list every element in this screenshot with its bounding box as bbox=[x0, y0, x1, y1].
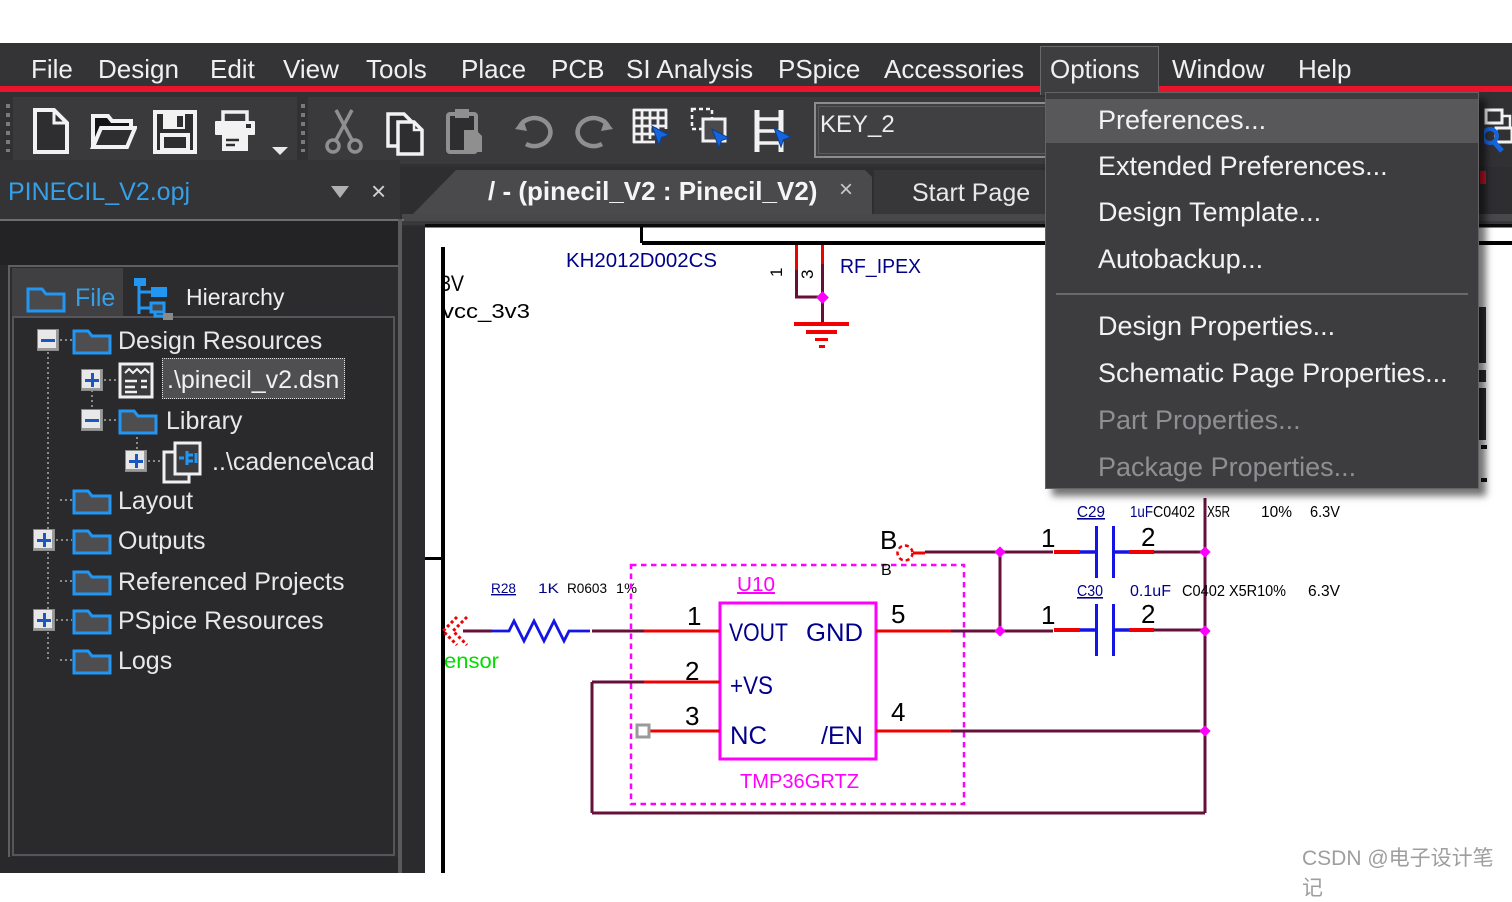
svg-text:+VS: +VS bbox=[730, 672, 773, 700]
svg-text:C29: C29 bbox=[1077, 504, 1105, 521]
svg-text:6.3V: 6.3V bbox=[1308, 583, 1340, 600]
svg-text:B: B bbox=[880, 525, 897, 555]
svg-text:1: 1 bbox=[1041, 523, 1055, 553]
svg-text:5: 5 bbox=[891, 599, 905, 629]
svg-text:/EN: /EN bbox=[821, 722, 863, 750]
svg-text:2: 2 bbox=[685, 656, 699, 686]
svg-text:X5R10%: X5R10% bbox=[1229, 583, 1286, 600]
svg-text:3V: 3V bbox=[440, 271, 464, 296]
svg-text:1%: 1% bbox=[616, 580, 637, 596]
svg-text:RF_IPEX: RF_IPEX bbox=[840, 256, 921, 278]
svg-text:0.1uF: 0.1uF bbox=[1130, 583, 1171, 600]
svg-text:3: 3 bbox=[685, 701, 699, 731]
svg-text:C0402: C0402 bbox=[1153, 504, 1195, 521]
svg-text:R0603: R0603 bbox=[567, 580, 607, 596]
svg-text:4: 4 bbox=[891, 697, 905, 727]
svg-text:1K: 1K bbox=[538, 580, 560, 596]
svg-text:1: 1 bbox=[1041, 600, 1055, 630]
svg-text:3: 3 bbox=[798, 270, 817, 279]
svg-text:1: 1 bbox=[767, 268, 786, 277]
svg-text:KH2012D002CS: KH2012D002CS bbox=[566, 250, 717, 272]
svg-text:VOUT: VOUT bbox=[729, 619, 788, 647]
svg-text:10%: 10% bbox=[1261, 504, 1292, 521]
svg-text:6.3V: 6.3V bbox=[1310, 504, 1340, 521]
svg-text:NC: NC bbox=[730, 722, 767, 750]
svg-text:ensor: ensor bbox=[444, 650, 499, 673]
svg-text:X5R: X5R bbox=[1207, 504, 1230, 521]
svg-text:C0402: C0402 bbox=[1182, 583, 1225, 600]
svg-text:vcc_3v3: vcc_3v3 bbox=[442, 301, 530, 323]
svg-text:2: 2 bbox=[1141, 599, 1155, 629]
svg-text:2: 2 bbox=[1141, 522, 1155, 552]
svg-text:C30: C30 bbox=[1077, 583, 1103, 600]
svg-text:U10: U10 bbox=[737, 574, 775, 596]
svg-text:1: 1 bbox=[687, 601, 701, 631]
svg-text:GND: GND bbox=[806, 619, 863, 647]
svg-text:R28: R28 bbox=[491, 580, 516, 596]
svg-text:1uF: 1uF bbox=[1130, 504, 1153, 521]
svg-text:B: B bbox=[881, 562, 892, 579]
svg-text:TMP36GRTZ: TMP36GRTZ bbox=[740, 771, 859, 793]
